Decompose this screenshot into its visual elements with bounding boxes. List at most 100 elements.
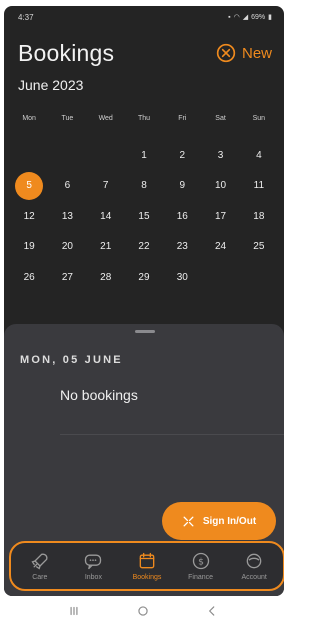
month-label: June 2023 bbox=[18, 77, 84, 93]
day-number: 15 bbox=[138, 210, 150, 222]
chat-icon bbox=[85, 554, 102, 570]
nav-item-account[interactable]: Account bbox=[228, 551, 280, 581]
calendar-day[interactable]: 18 bbox=[240, 201, 278, 232]
weekday-label: Wed bbox=[98, 115, 113, 122]
weekday-label: Fri bbox=[178, 115, 187, 122]
calendar-day[interactable]: 13 bbox=[48, 201, 86, 232]
day-number: 28 bbox=[100, 271, 112, 283]
weekday-label: Mon bbox=[22, 115, 36, 122]
battery-level: 69% bbox=[251, 13, 266, 21]
day-number: 20 bbox=[61, 241, 73, 253]
calendar-day[interactable]: 22 bbox=[125, 232, 163, 263]
divider bbox=[60, 434, 284, 435]
nav-item-inbox[interactable]: Inbox bbox=[67, 551, 119, 581]
calendar-day[interactable]: 23 bbox=[163, 232, 201, 263]
nav-label-inbox: Inbox bbox=[84, 574, 102, 581]
day-number: 12 bbox=[23, 210, 35, 222]
wifi-icon: ◠ bbox=[233, 14, 240, 21]
nav-item-care[interactable]: Care bbox=[14, 551, 66, 581]
header: Bookings New bbox=[4, 36, 284, 70]
day-number: 13 bbox=[61, 210, 73, 222]
calendar-day[interactable]: 20 bbox=[48, 232, 86, 263]
calendar-day[interactable]: 1 bbox=[125, 140, 163, 171]
recent-apps-icon[interactable] bbox=[67, 604, 81, 618]
battery-icon: ▮ bbox=[268, 14, 272, 21]
calendar-day[interactable]: 19 bbox=[10, 232, 48, 263]
day-number: 25 bbox=[253, 241, 265, 253]
dollar-icon: $ bbox=[192, 552, 209, 570]
calendar-day[interactable]: 27 bbox=[48, 262, 86, 293]
calendar-day[interactable]: 8 bbox=[125, 171, 163, 202]
new-booking-button[interactable]: New bbox=[216, 43, 272, 63]
day-number: 1 bbox=[141, 149, 147, 161]
day-number: 18 bbox=[253, 210, 265, 222]
sign-button-label: Sign In/Out bbox=[202, 515, 257, 527]
calendar-day[interactable]: 9 bbox=[163, 171, 201, 202]
calendar-day[interactable]: 15 bbox=[125, 201, 163, 232]
sheet-drag-handle[interactable] bbox=[135, 330, 155, 333]
day-number: 17 bbox=[215, 210, 227, 222]
day-number: 27 bbox=[61, 271, 73, 283]
calendar-day[interactable]: 25 bbox=[240, 232, 278, 263]
calendar-day[interactable]: 12 bbox=[10, 201, 48, 232]
day-number: 6 bbox=[64, 180, 71, 192]
selected-day-number: 5 bbox=[15, 171, 44, 200]
back-icon[interactable] bbox=[205, 604, 219, 618]
calendar-day[interactable]: 30 bbox=[163, 262, 201, 293]
nav-item-finance[interactable]: $ Finance bbox=[175, 551, 227, 581]
weekday-label: Thu bbox=[137, 115, 151, 122]
calendar-day[interactable]: 21 bbox=[87, 232, 125, 263]
status-icons: ▪ ◠ ◢ 69% ▮ bbox=[228, 13, 272, 22]
calendar-day[interactable]: 4 bbox=[240, 140, 278, 171]
nav-item-bookings[interactable]: Bookings bbox=[121, 551, 173, 581]
calendar-day[interactable]: 11 bbox=[240, 171, 278, 202]
calendar-empty-cell bbox=[48, 140, 86, 171]
calendar-day[interactable]: 17 bbox=[201, 201, 239, 232]
calendar-grid: 1 2 3 4 5 6 7 8 9 10 11 12 13 14 15 16 17 18 19 20 21 22 23 24 2… bbox=[10, 140, 278, 293]
day-number: 10 bbox=[215, 180, 227, 192]
system-nav-bar bbox=[0, 596, 286, 625]
calendar-day[interactable]: 2 bbox=[163, 140, 201, 171]
calendar-day[interactable]: 7 bbox=[87, 171, 125, 202]
rocket-icon bbox=[31, 553, 48, 570]
nav-label-account: Account bbox=[241, 574, 267, 581]
day-number: 14 bbox=[100, 210, 112, 222]
day-number: 23 bbox=[176, 241, 188, 253]
day-number: 29 bbox=[138, 271, 150, 283]
calendar-day[interactable]: 29 bbox=[125, 262, 163, 293]
status-bar: 4:37 ▪ ◠ ◢ 69% ▮ bbox=[4, 6, 284, 28]
calendar-empty-cell bbox=[240, 262, 278, 293]
day-number: 11 bbox=[253, 180, 265, 192]
weekday-label: Sat bbox=[215, 115, 226, 122]
day-number: 22 bbox=[138, 241, 150, 253]
svg-text:$: $ bbox=[198, 556, 204, 567]
new-button-label: New bbox=[241, 44, 272, 62]
day-number: 26 bbox=[23, 271, 35, 283]
day-number: 2 bbox=[179, 149, 186, 161]
calendar-icon bbox=[139, 552, 155, 569]
home-icon[interactable] bbox=[136, 604, 150, 618]
calendar-empty-cell bbox=[10, 140, 48, 171]
sign-in-out-button[interactable]: Sign In/Out bbox=[162, 502, 276, 540]
day-number: 4 bbox=[256, 149, 262, 161]
calendar-day[interactable]: 28 bbox=[87, 262, 125, 293]
calendar-day[interactable]: 26 bbox=[10, 262, 48, 293]
account-icon bbox=[246, 553, 262, 569]
calendar-day[interactable]: 3 bbox=[201, 140, 239, 171]
calendar-day[interactable]: 6 bbox=[48, 171, 86, 202]
bottom-nav: Care Inbox Bookings $ Finance Account bbox=[9, 541, 284, 591]
calendar-day[interactable]: 16 bbox=[163, 201, 201, 232]
calendar-empty-cell bbox=[201, 262, 239, 293]
selected-date-heading: MON, 05 JUNE bbox=[20, 354, 123, 366]
sign-in-out-icon bbox=[183, 515, 194, 527]
day-number: 24 bbox=[215, 241, 227, 253]
calendar-day[interactable]: 10 bbox=[201, 171, 239, 202]
calendar-day[interactable]: 5 bbox=[10, 171, 48, 202]
calendar-day[interactable]: 24 bbox=[201, 232, 239, 263]
calendar-day[interactable]: 14 bbox=[87, 201, 125, 232]
day-number: 30 bbox=[176, 271, 188, 283]
day-number: 21 bbox=[100, 241, 112, 253]
weekday-header: Mon Tue Wed Thu Fri Sat Sun bbox=[10, 115, 278, 122]
day-number: 9 bbox=[179, 180, 186, 192]
calendar-empty-cell bbox=[87, 140, 125, 171]
